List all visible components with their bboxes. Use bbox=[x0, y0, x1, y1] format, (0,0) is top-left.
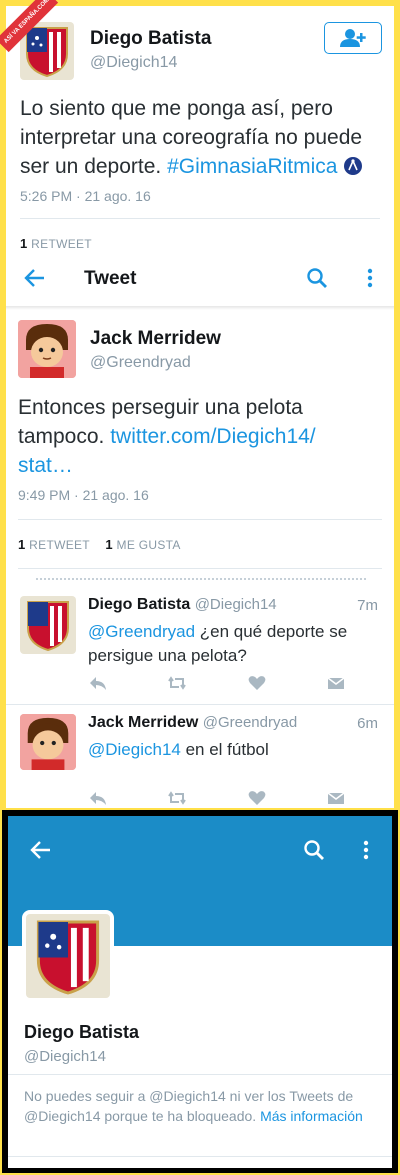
crest-avatar-image bbox=[27, 601, 69, 652]
toolbar-shadow bbox=[6, 306, 394, 310]
hashtag-link[interactable]: #GimnasiaRitmica bbox=[167, 155, 337, 178]
reply-header: Jack Merridew @Greendryad bbox=[88, 714, 297, 732]
profile-avatar[interactable] bbox=[22, 910, 114, 1002]
cartoon-boy-avatar-image bbox=[18, 320, 76, 378]
reply-item[interactable]: Diego Batista @Diegich14 7m @Greendryad … bbox=[6, 592, 394, 704]
reply-author-name[interactable]: Jack Merridew bbox=[88, 714, 198, 731]
cropped-icons-hint bbox=[36, 578, 366, 581]
like-stat[interactable]: 1 ME GUSTA bbox=[105, 537, 181, 552]
reply-text: @Diegich14 en el fútbol bbox=[88, 738, 378, 762]
tweet-timestamp[interactable]: 5:26 PM · 21 ago. 16 bbox=[20, 188, 151, 204]
toolbar: Tweet bbox=[6, 258, 394, 300]
tweet-timestamp[interactable]: 9:49 PM · 21 ago. 16 bbox=[18, 487, 149, 503]
heart-icon[interactable] bbox=[247, 788, 267, 808]
author-handle[interactable]: @Diegich14 bbox=[90, 54, 177, 72]
profile-name: Diego Batista bbox=[24, 1022, 140, 1042]
crest-avatar-image bbox=[36, 920, 100, 995]
search-icon[interactable] bbox=[303, 839, 325, 861]
author-name[interactable]: Diego Batista bbox=[90, 28, 211, 50]
like-label: ME GUSTA bbox=[116, 538, 181, 552]
add-user-icon bbox=[340, 29, 366, 47]
reply-item[interactable]: Jack Merridew @Greendryad 6m @Diegich14 … bbox=[6, 710, 394, 808]
divider bbox=[18, 568, 382, 569]
reply-author-handle[interactable]: @Greendryad bbox=[203, 714, 297, 731]
reply-text: @Greendryad ¿en qué deporte se persigue … bbox=[88, 620, 378, 668]
heart-icon[interactable] bbox=[247, 673, 267, 693]
retweet-label: RETWEET bbox=[31, 237, 92, 251]
retweet-stat[interactable]: 1 RETWEET bbox=[20, 236, 92, 251]
profile-panel: Diego Batista @Diegich14 No puedes segui… bbox=[8, 816, 392, 1168]
reply-time: 7m bbox=[357, 597, 378, 614]
retweet-count: 1 bbox=[20, 236, 28, 251]
tweet-text: Entonces perseguir una pelota tampoco. t… bbox=[18, 393, 358, 480]
cropped-action-row bbox=[6, 574, 394, 586]
avatar[interactable] bbox=[18, 320, 76, 378]
reply-actions bbox=[88, 788, 346, 808]
profile-handle: @Diegich14 bbox=[24, 1048, 106, 1065]
retweet-label: RETWEET bbox=[29, 538, 90, 552]
reply-mention[interactable]: @Greendryad bbox=[88, 622, 195, 641]
reply-icon[interactable] bbox=[88, 673, 108, 693]
crest-avatar-image bbox=[26, 27, 68, 78]
author-name[interactable]: Jack Merridew bbox=[90, 328, 221, 350]
reply-time: 6m bbox=[357, 715, 378, 732]
engagement-stats: 1 RETWEET 1 ME GUSTA bbox=[18, 537, 181, 552]
arrow-left-icon[interactable] bbox=[24, 268, 46, 288]
reply-actions bbox=[88, 673, 346, 693]
divider bbox=[20, 218, 380, 219]
retweet-icon[interactable] bbox=[167, 673, 187, 693]
avatar[interactable] bbox=[20, 596, 76, 654]
reply-mention[interactable]: @Diegich14 bbox=[88, 740, 181, 759]
follow-button[interactable] bbox=[324, 22, 382, 54]
tweet-detail-panel: Tweet Jack Merridew @Greendryad Entonces… bbox=[6, 258, 394, 808]
reply-header: Diego Batista @Diegich14 bbox=[88, 596, 277, 614]
direct-message-icon[interactable] bbox=[326, 673, 346, 693]
arrow-left-icon[interactable] bbox=[30, 840, 52, 860]
blocked-notice: No puedes seguir a @Diegich14 ni ver los… bbox=[24, 1086, 374, 1126]
more-vertical-icon[interactable] bbox=[363, 840, 369, 860]
gymnast-icon bbox=[344, 157, 363, 175]
cartoon-boy-avatar-image bbox=[20, 714, 76, 770]
retweet-count: 1 bbox=[18, 537, 26, 552]
reply-icon[interactable] bbox=[88, 788, 108, 808]
avatar[interactable] bbox=[20, 714, 76, 770]
retweet-stat[interactable]: 1 RETWEET bbox=[18, 537, 93, 552]
like-count: 1 bbox=[105, 537, 113, 552]
retweet-icon[interactable] bbox=[167, 788, 187, 808]
direct-message-icon[interactable] bbox=[326, 788, 346, 808]
divider bbox=[8, 1156, 392, 1157]
tweet-text: Lo siento que me ponga así, pero interpr… bbox=[20, 94, 386, 181]
divider bbox=[6, 704, 394, 705]
profile-frame: Diego Batista @Diegich14 No puedes segui… bbox=[2, 810, 398, 1173]
reply-author-name[interactable]: Diego Batista bbox=[88, 596, 190, 613]
divider bbox=[18, 519, 382, 520]
reply-author-handle[interactable]: @Diegich14 bbox=[195, 596, 277, 613]
author-handle[interactable]: @Greendryad bbox=[90, 354, 191, 372]
more-info-link[interactable]: Más información bbox=[260, 1108, 363, 1124]
reply-body: en el fútbol bbox=[180, 740, 269, 759]
search-icon[interactable] bbox=[306, 267, 328, 289]
tweet-panel-1: Diego Batista @Diegich14 Lo siento que m… bbox=[6, 6, 394, 258]
divider bbox=[8, 1074, 392, 1075]
toolbar-title: Tweet bbox=[84, 268, 137, 289]
more-vertical-icon[interactable] bbox=[367, 268, 373, 288]
